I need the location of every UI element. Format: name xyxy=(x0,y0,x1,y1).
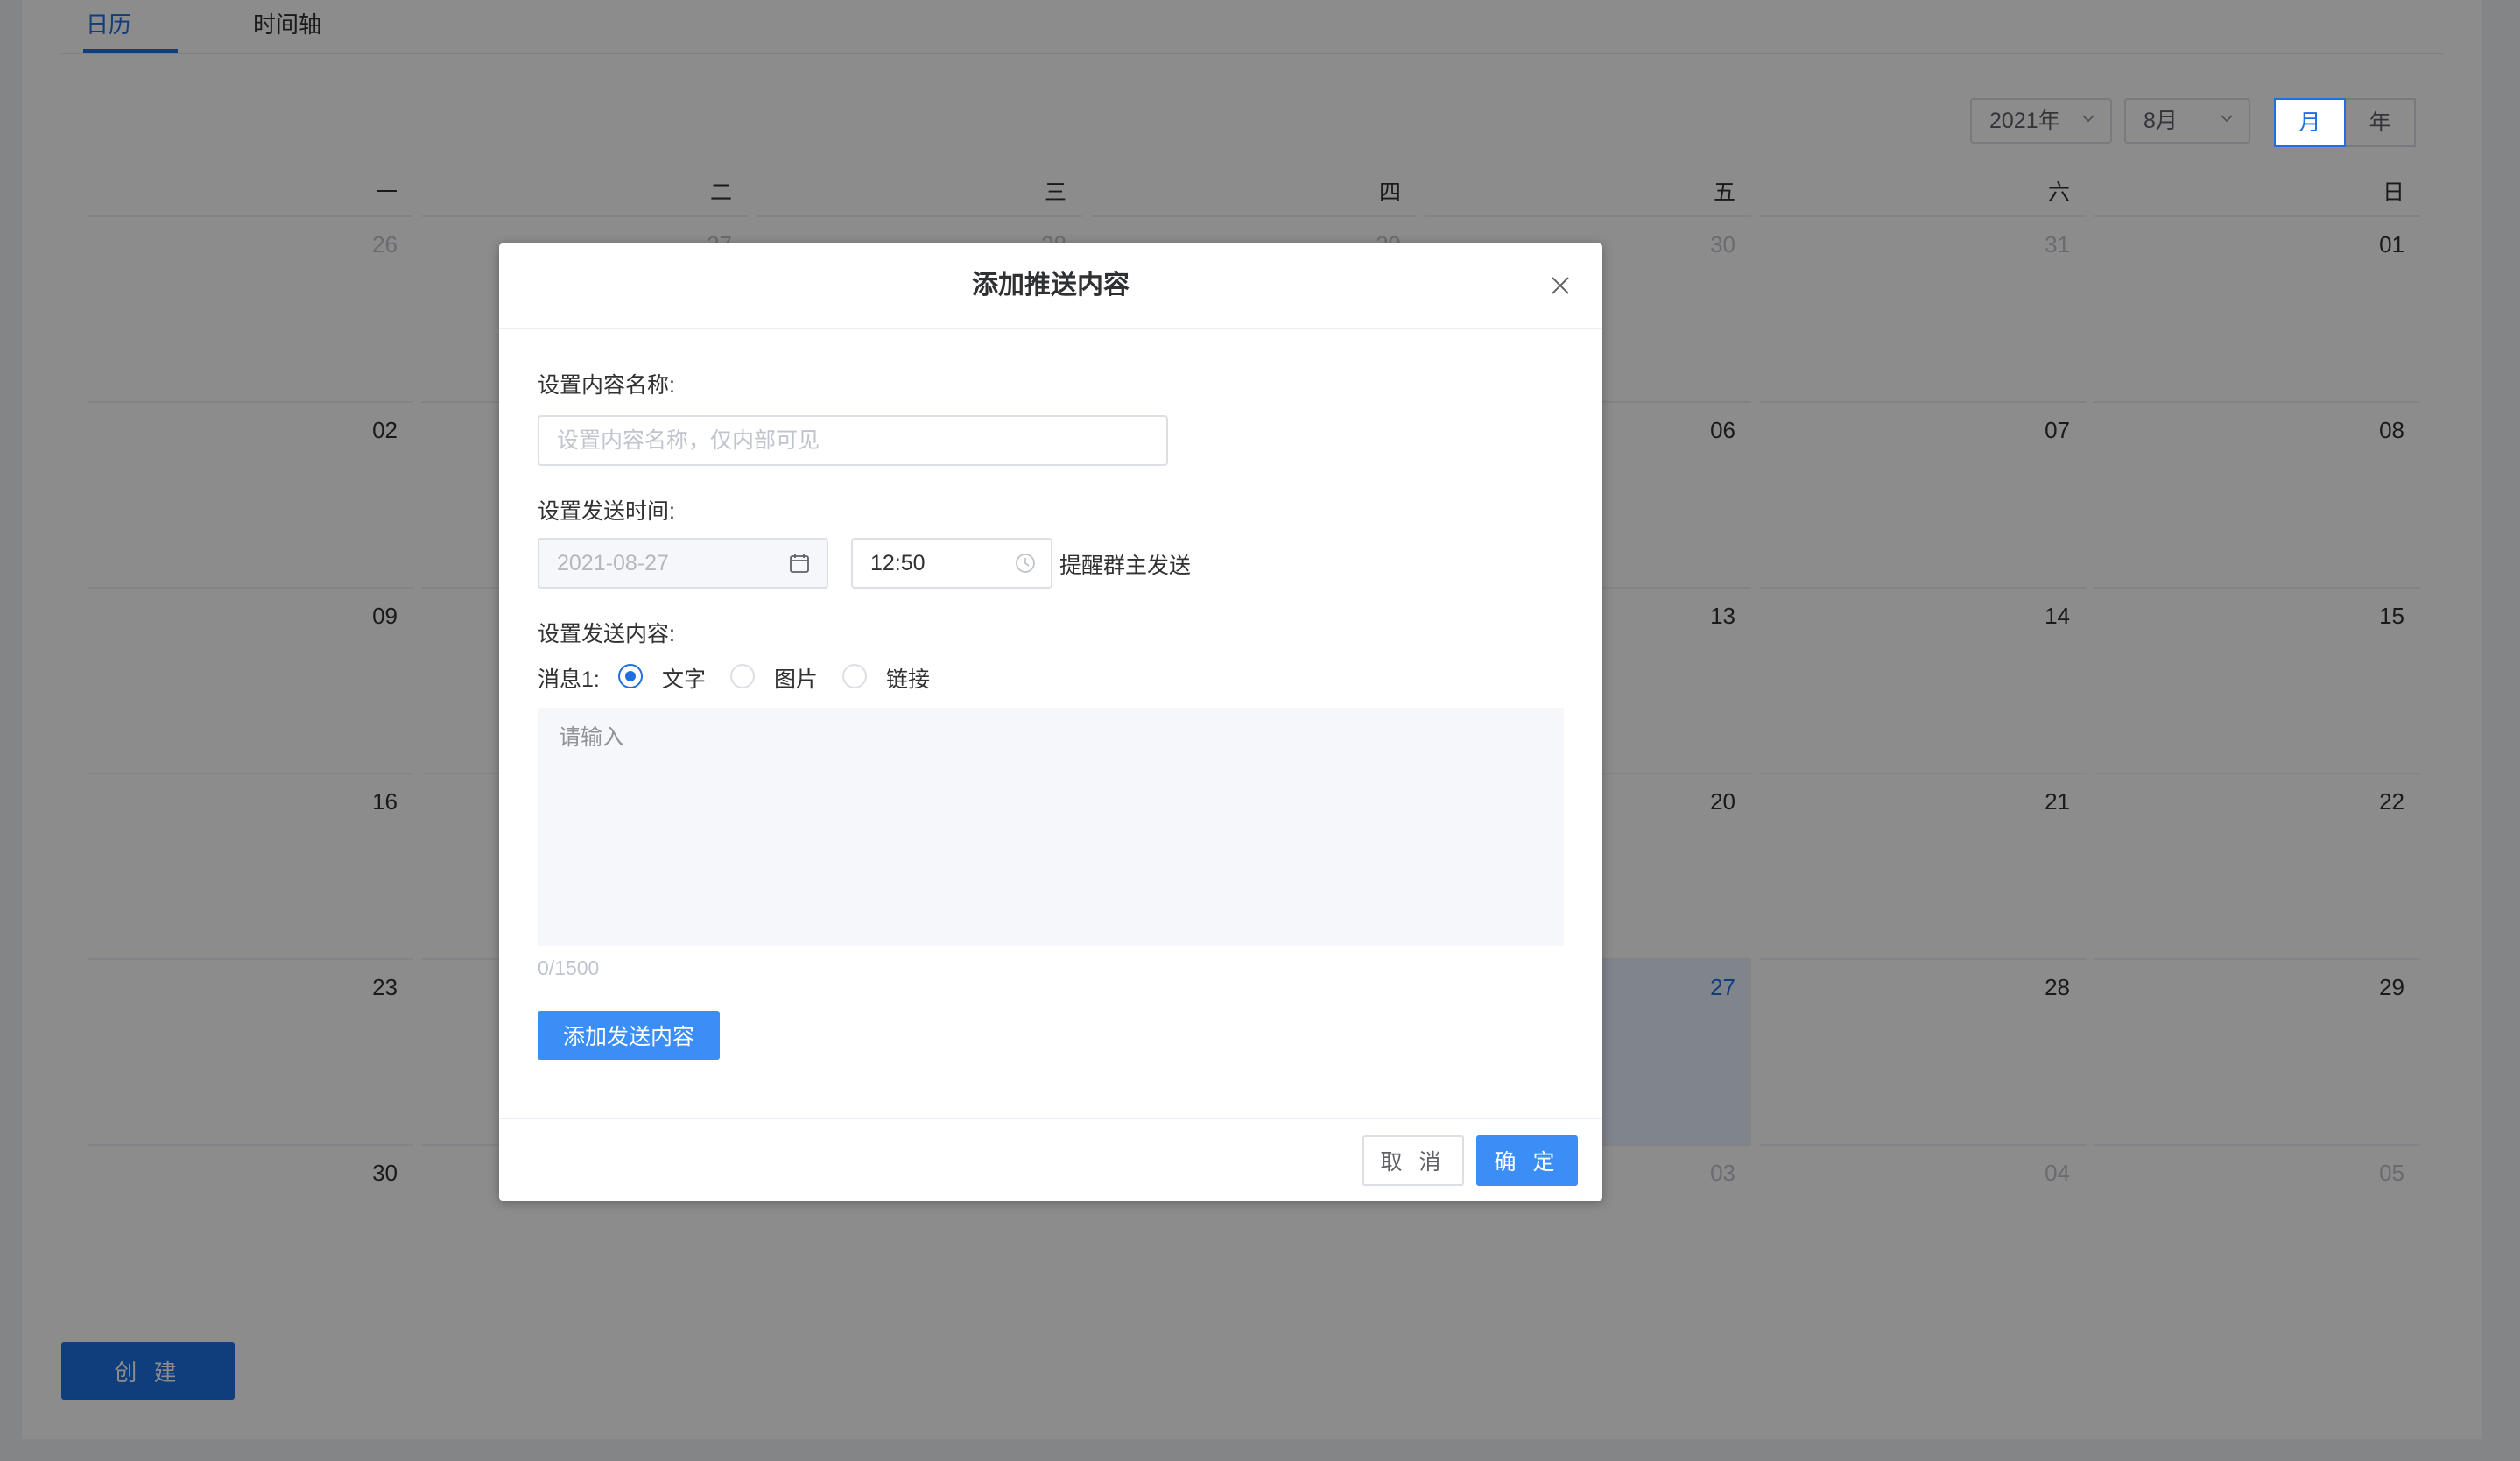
radio-image-label: 图片 xyxy=(774,667,819,692)
cancel-button[interactable]: 取 消 xyxy=(1362,1135,1464,1186)
view-month-button[interactable]: 月 xyxy=(2274,98,2346,147)
message-textarea[interactable] xyxy=(538,708,1564,946)
time-label: 设置发送时间: xyxy=(538,499,675,524)
clock-icon xyxy=(1016,554,1035,573)
radio-link-label: 链接 xyxy=(886,667,931,692)
content-name-input[interactable] xyxy=(538,415,1168,466)
dialog-title: 添加推送内容 xyxy=(499,244,1602,329)
calendar-icon xyxy=(790,554,809,573)
radio-text-label: 文字 xyxy=(662,667,707,692)
add-push-content-dialog: 添加推送内容 设置内容名称: 设置发送时间: 2021-08-27 12:50 … xyxy=(499,244,1602,1201)
message-type-row: 消息1: 文字 图片 链接 xyxy=(538,662,1063,692)
add-send-content-button[interactable]: 添加发送内容 xyxy=(538,1011,720,1060)
message-label: 消息1: xyxy=(538,667,600,692)
date-picker[interactable]: 2021-08-27 xyxy=(538,538,828,589)
close-icon[interactable] xyxy=(1550,275,1571,296)
content-label: 设置发送内容: xyxy=(538,622,675,646)
time-picker[interactable]: 12:50 xyxy=(851,538,1052,589)
radio-dot xyxy=(730,664,755,688)
date-value: 2021-08-27 xyxy=(557,551,669,575)
dialog-footer: 取 消 确 定 xyxy=(499,1118,1602,1203)
char-counter: 0/1500 xyxy=(538,956,600,979)
time-value: 12:50 xyxy=(870,551,926,575)
remind-owner-text: 提醒群主发送 xyxy=(1059,554,1192,578)
radio-dot xyxy=(618,664,643,688)
confirm-button[interactable]: 确 定 xyxy=(1476,1135,1578,1186)
radio-dot xyxy=(842,664,867,688)
name-label: 设置内容名称: xyxy=(538,373,675,398)
